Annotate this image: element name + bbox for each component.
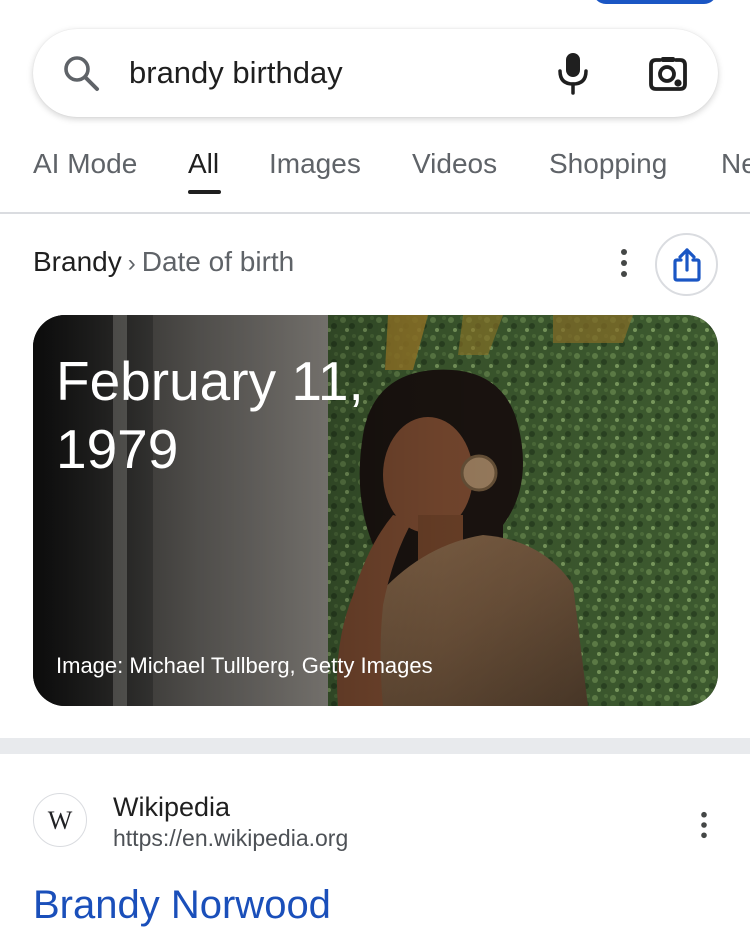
share-icon <box>673 248 701 282</box>
search-tabs: AI Mode All Images Videos Shopping Ne <box>0 130 750 214</box>
breadcrumb: Brandy › Date of birth <box>33 245 294 281</box>
more-vert-icon[interactable] <box>699 811 709 839</box>
breadcrumb-entity[interactable]: Brandy <box>33 246 122 277</box>
microphone-icon[interactable] <box>555 51 591 95</box>
search-icon[interactable] <box>61 53 101 93</box>
result-source-name[interactable]: Wikipedia <box>113 790 230 824</box>
tab-news[interactable]: Ne <box>721 146 750 182</box>
section-divider <box>0 738 750 754</box>
birth-date: February 11, 1979 <box>56 350 364 480</box>
tab-shopping[interactable]: Shopping <box>549 146 667 182</box>
google-lens-icon[interactable] <box>647 53 689 95</box>
tab-images[interactable]: Images <box>269 146 361 182</box>
result-source-url[interactable]: https://en.wikipedia.org <box>113 823 348 853</box>
result-title-link[interactable]: Brandy Norwood <box>33 878 331 932</box>
active-tab-indicator <box>188 190 221 194</box>
breadcrumb-separator: › <box>127 250 136 277</box>
wikipedia-logo[interactable]: W <box>33 793 87 847</box>
wikipedia-logo-letter: W <box>47 806 73 835</box>
share-button[interactable] <box>655 233 718 296</box>
tab-videos[interactable]: Videos <box>412 146 497 182</box>
more-vert-icon[interactable] <box>619 248 629 278</box>
account-button-edge[interactable] <box>593 0 717 4</box>
search-bar[interactable]: brandy birthday <box>33 29 718 117</box>
breadcrumb-attribute: Date of birth <box>141 246 295 277</box>
birthdate-image-card[interactable]: February 11, 1979 Image: Michael Tullber… <box>33 315 718 706</box>
tab-ai-mode[interactable]: AI Mode <box>33 146 137 182</box>
search-input[interactable]: brandy birthday <box>129 53 343 93</box>
tab-all[interactable]: All <box>188 146 219 182</box>
image-credit: Image: Michael Tullberg, Getty Images <box>56 653 433 678</box>
